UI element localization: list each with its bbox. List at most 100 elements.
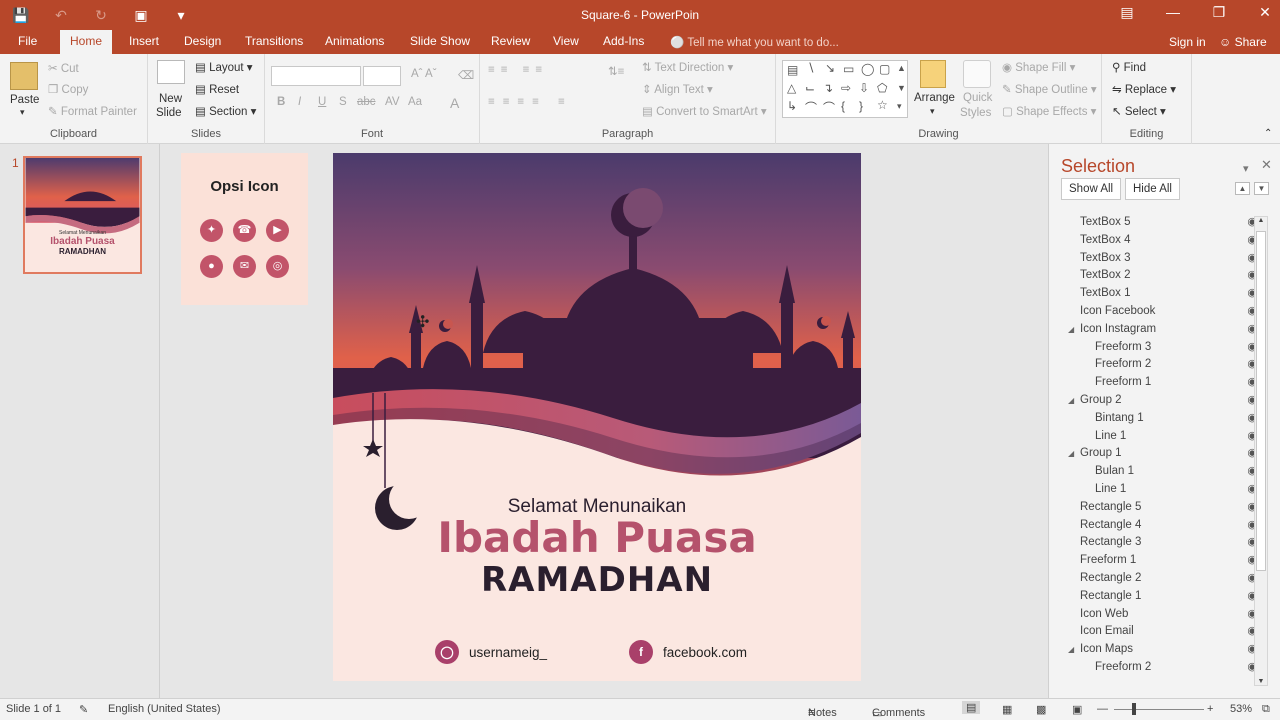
convert-smartart-button[interactable]: ▤ Convert to SmartArt ▾ xyxy=(642,104,767,118)
select-button[interactable]: ↖ Select ▾ xyxy=(1112,104,1166,118)
reset-button[interactable]: ▤ Reset xyxy=(195,82,239,96)
slide-1[interactable]: Selamat Menunaikan Ibadah Puasa RAMADHAN… xyxy=(333,153,861,681)
clear-format-icon[interactable]: ⌫ xyxy=(458,68,474,82)
paste-icon[interactable] xyxy=(10,62,38,90)
gallery-scroll-up-icon[interactable]: ▲ xyxy=(897,63,906,73)
tab-design[interactable]: Design xyxy=(184,34,221,48)
pentagon-shape-icon[interactable]: ⬠ xyxy=(877,81,887,95)
instagram-handle[interactable]: ◯ usernameig_ xyxy=(435,640,547,664)
line-spacing-icon[interactable]: ⇅≡ xyxy=(608,64,624,78)
selection-item[interactable]: TextBox 1 ◉ xyxy=(1061,285,1257,303)
selection-item[interactable]: Icon Facebook ◉ xyxy=(1061,303,1257,321)
selection-item[interactable]: Rectangle 2 ◉ xyxy=(1061,570,1257,588)
collapse-ribbon-icon[interactable]: ⌃ xyxy=(1264,128,1272,139)
align-buttons[interactable]: ≡≡≡≡ ≡ xyxy=(488,96,573,108)
ibadah-puasa-text[interactable]: Ibadah Puasa xyxy=(333,513,861,562)
selection-item[interactable]: Freeform 1 ◉ xyxy=(1061,552,1257,570)
selection-item[interactable]: TextBox 3 ◉ xyxy=(1061,250,1257,268)
zoom-slider-thumb[interactable] xyxy=(1132,703,1136,715)
collapse-triangle-icon[interactable]: ◢ xyxy=(1068,445,1074,463)
shadow-button[interactable]: S xyxy=(339,96,347,108)
right-arrow-shape-icon[interactable]: ⇨ xyxy=(841,81,851,95)
tab-file[interactable]: File xyxy=(18,34,37,48)
slideshow-view-icon[interactable]: ▣ xyxy=(1072,703,1082,716)
show-all-button[interactable]: Show All xyxy=(1061,178,1122,200)
slide-sorter-icon[interactable]: ▦ xyxy=(1002,703,1012,716)
connector-shape-icon[interactable]: ↴ xyxy=(823,81,833,95)
cut-button[interactable]: ✂ Cut xyxy=(48,61,79,75)
collapse-triangle-icon[interactable]: ◢ xyxy=(1068,392,1074,410)
quick-styles-icon[interactable] xyxy=(963,60,991,88)
quick-styles-button[interactable]: Quick xyxy=(963,92,992,104)
gallery-more-icon[interactable]: ▾ xyxy=(897,101,902,112)
underline-button[interactable]: U xyxy=(318,96,326,108)
sign-in-link[interactable]: Sign in xyxy=(1169,35,1206,49)
selection-item[interactable]: ◢ Icon Instagram ◉ xyxy=(1061,321,1257,339)
list-buttons[interactable]: ≡≡ ≡≡ xyxy=(488,64,548,76)
normal-view-icon[interactable]: ▤ xyxy=(962,701,981,714)
arrow-shape-icon[interactable]: ↘ xyxy=(825,61,835,75)
zoom-slider[interactable] xyxy=(1114,709,1204,710)
selection-item[interactable]: ◢ Group 1 ◉ xyxy=(1061,445,1257,463)
section-button[interactable]: ▤ Section ▾ xyxy=(195,104,256,118)
arrange-dropdown-icon[interactable]: ▾ xyxy=(930,106,935,117)
scroll-down-icon[interactable]: ▼ xyxy=(1255,678,1267,685)
brace-right-shape-icon[interactable]: } xyxy=(859,99,863,113)
minimize-icon[interactable]: — xyxy=(1164,4,1182,21)
curve-shape-icon[interactable]: ⌒ xyxy=(805,99,817,116)
tab-slide-show[interactable]: Slide Show xyxy=(410,34,470,48)
font-size-box[interactable] xyxy=(363,66,401,86)
hide-all-button[interactable]: Hide All xyxy=(1125,178,1180,200)
bold-button[interactable]: B xyxy=(277,96,285,108)
font-name-box[interactable] xyxy=(271,66,361,86)
tab-insert[interactable]: Insert xyxy=(129,34,159,48)
elbow-shape-icon[interactable]: ⌙ xyxy=(805,81,815,95)
ribbon-display-icon[interactable]: ▤ xyxy=(1118,4,1136,21)
selection-item[interactable]: ◢ Group 2 ◉ xyxy=(1061,392,1257,410)
star-shape-icon[interactable]: ☆ xyxy=(877,98,888,112)
callout-shape-icon[interactable]: ↳ xyxy=(787,99,797,113)
brace-left-shape-icon[interactable]: { xyxy=(841,99,845,113)
change-case-button[interactable]: Aa xyxy=(408,96,422,108)
send-backward-icon[interactable]: ▼ xyxy=(1254,182,1269,195)
selection-item[interactable]: Freeform 2 ◉ xyxy=(1061,356,1257,374)
tell-me-search[interactable]: ⚪ Tell me what you want to do... xyxy=(670,35,839,49)
shape-outline-button[interactable]: ✎ Shape Outline ▾ xyxy=(1002,82,1097,96)
selection-item[interactable]: TextBox 5 ◉ xyxy=(1061,214,1257,232)
spellcheck-icon[interactable]: ✎ xyxy=(79,703,88,716)
shape-fill-button[interactable]: ◉ Shape Fill ▾ xyxy=(1002,60,1075,74)
selection-item[interactable]: Rectangle 3 ◉ xyxy=(1061,534,1257,552)
new-slide-icon[interactable] xyxy=(157,60,185,84)
shapes-gallery[interactable]: ▤ ∖ ↘ ▭ ◯ ▢ △ ⌙ ↴ ⇨ ⇩ ⬠ ↳ ⌒ ⌒ { } ☆ ▲ ▼ … xyxy=(782,60,908,118)
quick-styles-button-label[interactable]: Styles xyxy=(960,107,991,119)
zoom-level[interactable]: 53% xyxy=(1230,703,1252,715)
tab-view[interactable]: View xyxy=(553,34,579,48)
char-spacing-button[interactable]: AV xyxy=(385,96,400,108)
selection-scrollbar[interactable]: ▲ ▼ xyxy=(1254,216,1268,686)
phone-icon[interactable]: ☎ xyxy=(233,219,256,242)
restore-icon[interactable]: ❐ xyxy=(1210,4,1228,21)
zoom-in-icon[interactable]: + xyxy=(1207,703,1213,715)
textbox-shape-icon[interactable]: ▤ xyxy=(787,63,798,77)
collapse-triangle-icon[interactable]: ◢ xyxy=(1068,321,1074,339)
increase-font-icon[interactable]: Aˆ Aˇ xyxy=(411,68,437,80)
arrange-button[interactable]: Arrange xyxy=(914,92,955,104)
ramadhan-text[interactable]: RAMADHAN xyxy=(333,560,861,600)
fit-slide-icon[interactable]: ⧉ xyxy=(1262,703,1270,716)
tab-home[interactable]: Home xyxy=(60,30,113,54)
selection-item[interactable]: Rectangle 5 ◉ xyxy=(1061,499,1257,517)
scroll-up-icon[interactable]: ▲ xyxy=(1255,217,1267,224)
selection-item[interactable]: TextBox 4 ◉ xyxy=(1061,232,1257,250)
selection-item[interactable]: Line 1 ◉ xyxy=(1061,481,1257,499)
replace-button[interactable]: ⇋ Replace ▾ xyxy=(1112,82,1176,96)
text-direction-button[interactable]: ⇅ Text Direction ▾ xyxy=(642,60,733,74)
tab-transitions[interactable]: Transitions xyxy=(245,34,303,48)
rounded-rect-shape-icon[interactable]: ▢ xyxy=(879,62,890,76)
web-icon[interactable]: ◎ xyxy=(266,255,289,278)
triangle-shape-icon[interactable]: △ xyxy=(787,81,796,95)
selection-item[interactable]: Rectangle 1 ◉ xyxy=(1061,588,1257,606)
selection-item[interactable]: TextBox 2 ◉ xyxy=(1061,267,1257,285)
collapse-triangle-icon[interactable]: ◢ xyxy=(1068,641,1074,659)
italic-button[interactable]: I xyxy=(298,96,301,108)
selection-item[interactable]: Bulan 1 ◉ xyxy=(1061,463,1257,481)
